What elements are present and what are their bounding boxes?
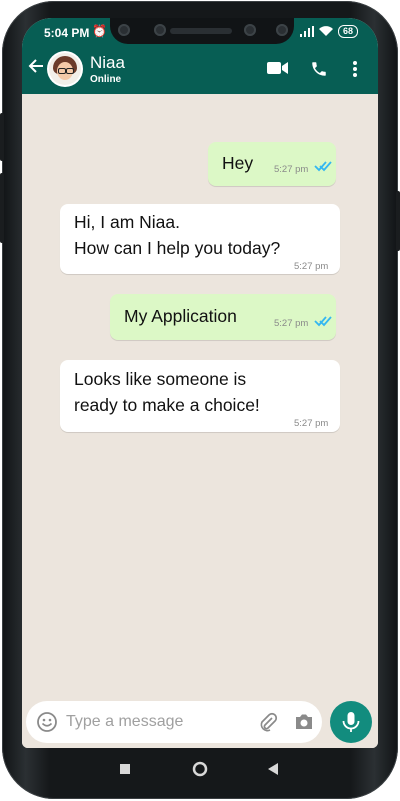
- message-time: 5:27 pm: [294, 418, 329, 429]
- status-time: 5:04 PM: [44, 26, 90, 40]
- message-text: Looks like someone is ready to make a ch…: [74, 369, 260, 415]
- message-bubble-outgoing[interactable]: Hey 5:27 pm: [208, 142, 336, 186]
- avatar-glasses-right: [66, 68, 74, 74]
- message-time: 5:27 pm: [274, 164, 309, 175]
- paperclip-icon[interactable]: [258, 712, 278, 732]
- message-input[interactable]: Type a message: [66, 713, 183, 731]
- front-camera-far-right: [276, 24, 288, 36]
- volume-button: [0, 173, 4, 243]
- message-text: My Application: [124, 306, 237, 326]
- mic-button[interactable]: [330, 701, 372, 743]
- message-time: 5:27 pm: [294, 261, 329, 272]
- mic-icon: [342, 712, 360, 732]
- message-input-bar[interactable]: Type a message: [26, 701, 322, 743]
- camera-icon[interactable]: [294, 713, 314, 731]
- front-camera-left: [118, 24, 130, 36]
- message-text: Hi, I am Niaa. How can I help you today?: [74, 212, 281, 258]
- message-bubble-outgoing[interactable]: My Application 5:27 pm: [110, 294, 336, 340]
- status-indicators: 68: [299, 25, 358, 38]
- video-call-icon[interactable]: [267, 60, 289, 81]
- system-nav-bar: [22, 748, 378, 788]
- message-bubble-incoming[interactable]: Hi, I am Niaa. How can I help you today?…: [60, 204, 340, 274]
- phone-icon[interactable]: [310, 60, 328, 83]
- wifi-icon: [318, 26, 333, 36]
- front-camera-right: [244, 24, 256, 36]
- contact-name[interactable]: Niaa: [90, 54, 125, 72]
- double-check-icon: [314, 161, 332, 172]
- chat-header: Niaa Online: [22, 46, 378, 94]
- home-icon[interactable]: [192, 761, 208, 777]
- phone-screen: 5:04 PM ⏰ 68 Niaa Online Hey 5:27 pm Hi,…: [22, 18, 378, 748]
- message-time: 5:27 pm: [274, 318, 309, 329]
- signal-icon: [299, 26, 314, 37]
- chat-area[interactable]: Hey 5:27 pm Hi, I am Niaa. How can I hel…: [22, 94, 378, 748]
- battery-indicator: 68: [337, 25, 358, 38]
- contact-status: Online: [90, 74, 122, 85]
- front-camera-center: [154, 24, 166, 36]
- back-nav-icon[interactable]: [268, 763, 278, 775]
- message-bubble-incoming[interactable]: Looks like someone is ready to make a ch…: [60, 360, 340, 432]
- double-check-icon: [314, 316, 332, 327]
- side-button: [396, 191, 400, 251]
- alarm-icon: ⏰: [92, 24, 107, 38]
- recents-icon[interactable]: [120, 764, 130, 774]
- avatar-glasses-left: [58, 68, 66, 74]
- message-text: Hey: [222, 153, 254, 173]
- camera-notch: [110, 18, 294, 44]
- back-arrow-icon[interactable]: [28, 58, 44, 78]
- more-vert-icon[interactable]: [352, 60, 358, 83]
- emoji-icon[interactable]: [36, 711, 58, 733]
- power-button: [0, 113, 4, 161]
- contact-avatar[interactable]: [49, 53, 81, 85]
- earpiece-speaker: [170, 28, 232, 34]
